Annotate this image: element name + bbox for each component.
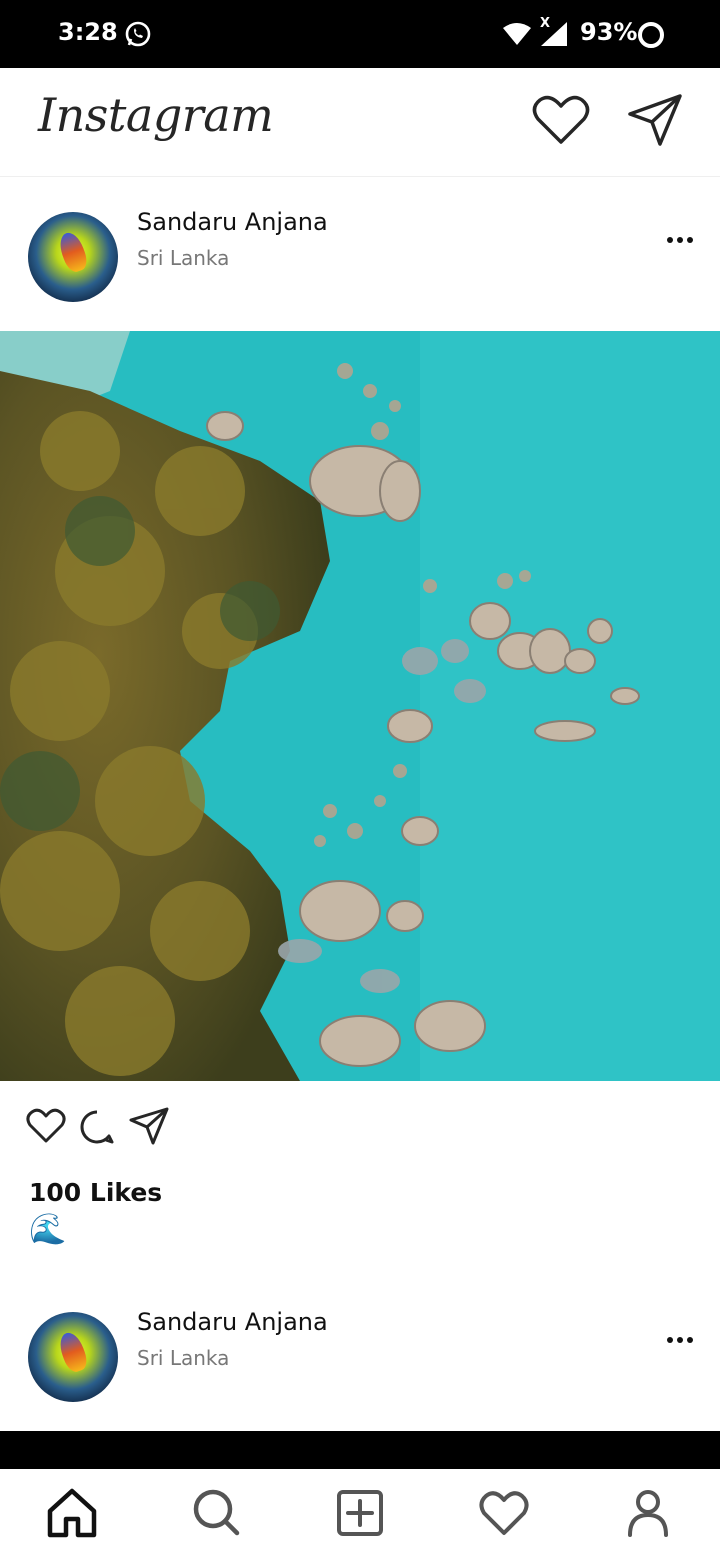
activity-heart-icon[interactable]: [478, 1487, 530, 1539]
more-options-icon[interactable]: [660, 230, 700, 250]
divider-bar: [0, 1431, 720, 1469]
battery-percent: 93%: [580, 18, 638, 46]
whatsapp-icon: [125, 21, 151, 47]
likes-count: 100 Likes: [29, 1178, 163, 1207]
post-header: Sandaru Anjana Sri Lanka: [0, 1280, 720, 1402]
post-header: Sandaru Anjana Sri Lanka: [0, 180, 720, 302]
cell-signal-icon: [541, 22, 567, 46]
coastline-photo: [0, 331, 720, 1081]
comment-icon[interactable]: [78, 1108, 116, 1146]
bottom-navigation: [0, 1469, 720, 1560]
avatar[interactable]: [28, 212, 118, 302]
app-logo: Instagram: [38, 88, 274, 142]
post-location[interactable]: Sri Lanka: [137, 246, 229, 270]
top-app-bar: Instagram: [0, 68, 720, 177]
post-username[interactable]: Sandaru Anjana: [137, 208, 328, 236]
heart-icon[interactable]: [532, 94, 590, 146]
status-time: 3:28: [58, 18, 118, 46]
wifi-icon: [503, 23, 531, 45]
post-caption: 🌊: [29, 1212, 67, 1247]
avatar[interactable]: [28, 1312, 118, 1402]
post-location[interactable]: Sri Lanka: [137, 1346, 229, 1370]
status-bar: 3:28 X 93%: [0, 0, 720, 68]
profile-icon[interactable]: [622, 1487, 674, 1539]
battery-icon: [638, 22, 664, 48]
more-options-icon[interactable]: [660, 1330, 700, 1350]
search-icon[interactable]: [190, 1487, 242, 1539]
heart-icon[interactable]: [26, 1108, 66, 1144]
share-icon[interactable]: [128, 1106, 170, 1146]
post-image[interactable]: [0, 331, 720, 1081]
post-username[interactable]: Sandaru Anjana: [137, 1308, 328, 1336]
send-icon[interactable]: [626, 92, 684, 148]
home-icon[interactable]: [46, 1487, 98, 1539]
add-post-icon[interactable]: [334, 1487, 386, 1539]
